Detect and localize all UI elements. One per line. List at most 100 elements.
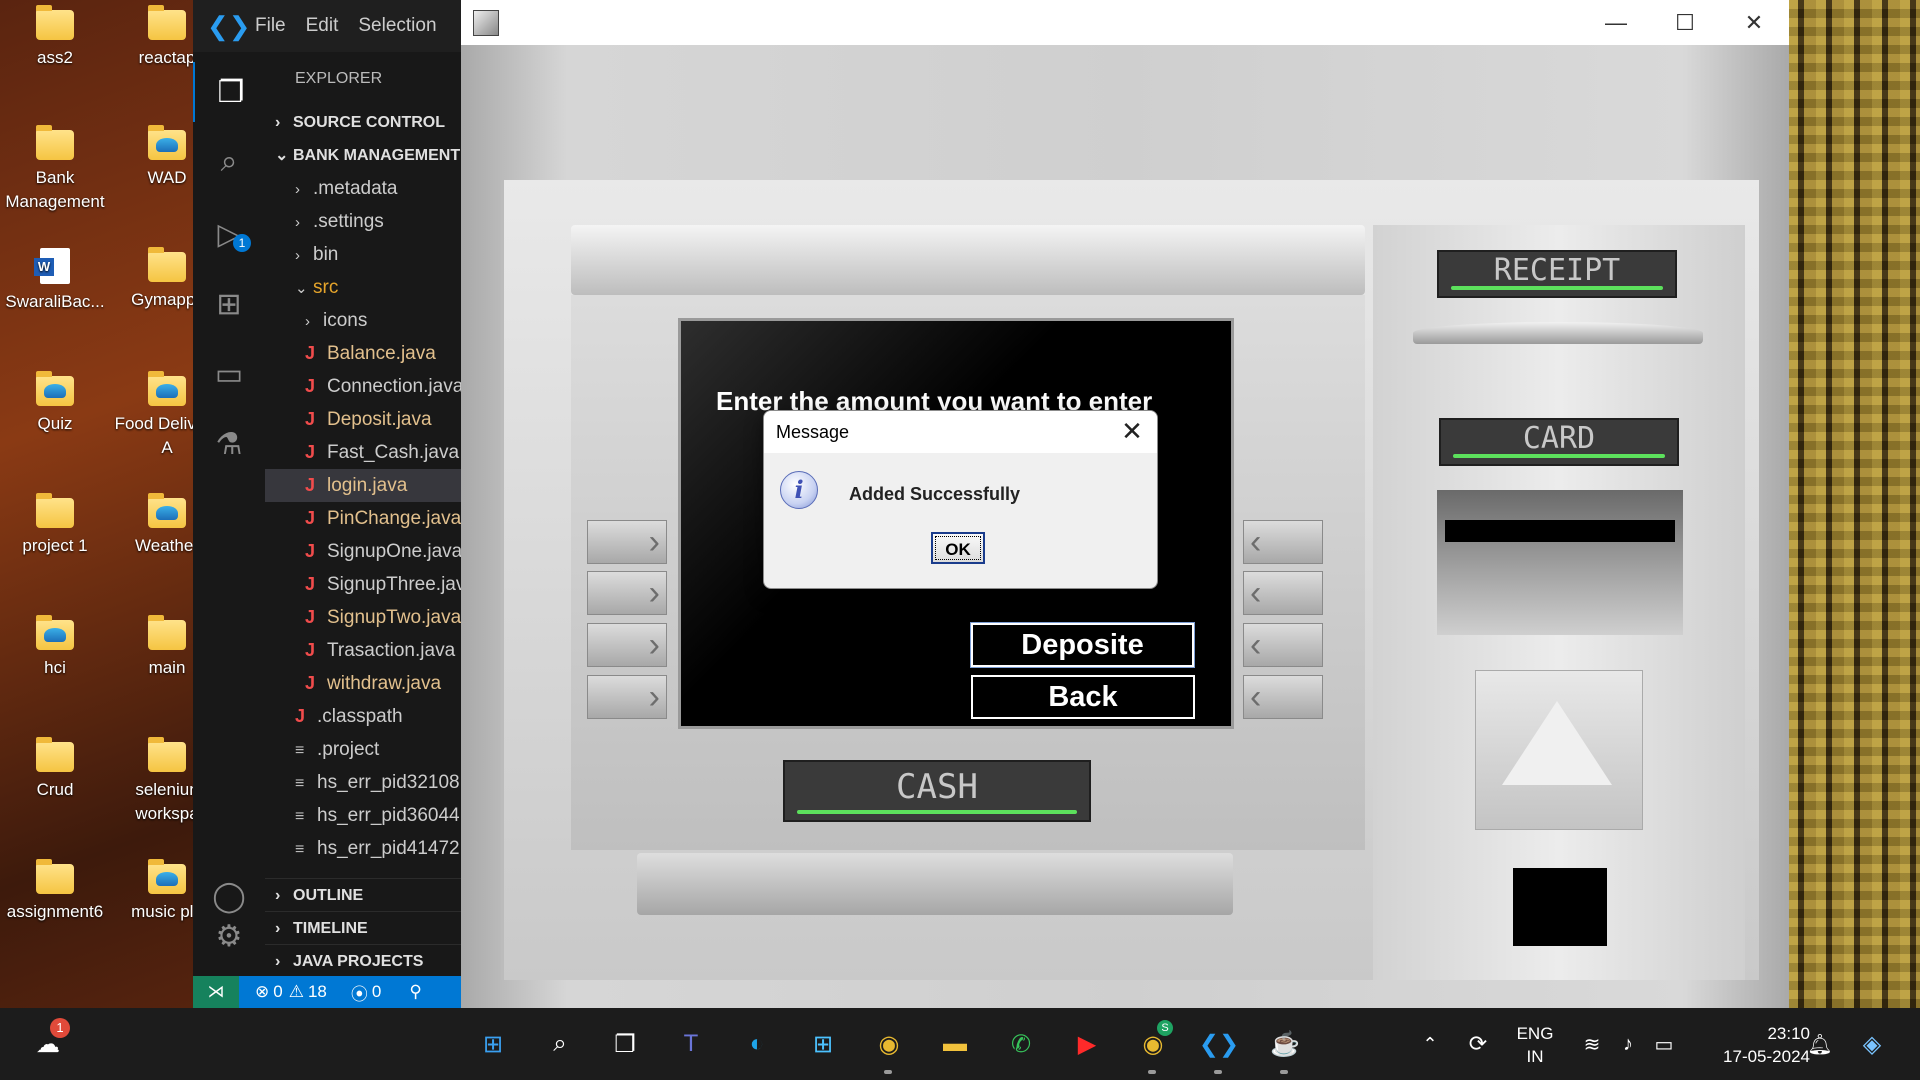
sync-icon[interactable]: ⟳ [1458,1024,1498,1064]
cash-dispenser-slot [637,853,1233,915]
search-icon[interactable]: ⌕ [540,1024,580,1064]
ports-icon[interactable]: ⦿ [351,980,368,1005]
volume-icon[interactable]: ♪ [1608,1024,1648,1064]
explorer-icon[interactable]: ❐ [193,62,267,122]
notification-bell-icon[interactable]: 🔔︎ [1800,1024,1840,1064]
weather-widget-icon[interactable]: ☁ 1 [28,1018,70,1064]
source-control-section[interactable]: › SOURCE CONTROL [265,106,461,139]
tree-item-login-java[interactable]: Jlogin.java [265,469,461,502]
whatsapp-icon[interactable]: ✆ [1001,1024,1041,1064]
back-button[interactable]: Back [971,675,1195,719]
tree-item-icons[interactable]: › icons [265,304,461,337]
teams-icon[interactable]: T [671,1024,711,1064]
desktop-icon-crud[interactable]: Crud [0,736,110,802]
java-file-icon: J [305,475,316,495]
java-projects-section[interactable]: › JAVA PROJECTS [265,944,461,976]
java-file-icon: J [305,508,316,528]
receipt-label: RECEIPT [1437,250,1677,298]
explorer-title: EXPLORER [295,70,383,87]
task-view-icon[interactable]: ❐ [605,1024,645,1064]
run-debug-badge: 1 [233,234,251,252]
desktop-icon-project-1[interactable]: project 1 [0,492,110,558]
wifi-icon[interactable]: ≋ [1572,1024,1612,1064]
project-section[interactable]: ⌄ BANK MANAGEMENT [265,139,461,172]
search-icon[interactable]: ⌕ [193,132,265,192]
tree-item-classpath[interactable]: J .classpath [265,700,461,733]
java-app-taskbar-icon[interactable]: ☕ [1265,1024,1305,1074]
tree-item-pinchange-java[interactable]: J PinChange.java [265,502,461,535]
copilot-icon[interactable]: ◈ [1852,1024,1892,1064]
dialog-close-icon[interactable]: ✕ [1117,411,1147,453]
folder-icon [36,737,74,772]
chrome-icon[interactable]: ◉ [869,1024,909,1074]
tree-item-withdraw-java[interactable]: Jwithdraw.java [265,667,461,700]
ok-button[interactable]: OK [931,532,985,564]
remote-indicator-icon[interactable]: ⋊ [193,976,239,1008]
close-icon[interactable]: ✕ [1719,0,1789,45]
tree-item-project[interactable]: ≡ .project [265,733,461,766]
youtube-icon[interactable]: ▶ [1067,1024,1107,1064]
desktop-icon-swaralibac[interactable]: SwaraliBac... [0,246,110,314]
tree-item-settings[interactable]: › .settings [265,205,461,238]
tree-item-metadata[interactable]: › .metadata [265,172,461,205]
menu-edit[interactable]: Edit [306,15,339,37]
java-file-icon: J [305,640,316,660]
card-label: CARD [1439,418,1679,466]
desktop-icon-hci[interactable]: hci [0,614,110,680]
left-key-1-chevron-right-icon[interactable]: › [587,520,667,564]
minimize-icon[interactable]: — [1581,0,1651,45]
vscode-taskbar-icon[interactable]: ❮❯ [1199,1024,1239,1074]
language-indicator[interactable]: ENG IN [1510,1022,1560,1068]
chrome-profile-icon[interactable]: ◉ S [1133,1020,1173,1074]
word-document-icon [34,248,70,284]
menu-selection[interactable]: Selection [358,15,436,37]
bell-debug-icon[interactable]: ⚲ [409,982,421,1002]
right-key-2-chevron-left-icon[interactable]: ‹ [1243,571,1323,615]
error-icon[interactable]: ⊗ [255,982,269,1002]
right-key-3-chevron-left-icon[interactable]: ‹ [1243,623,1323,667]
tree-item-hs-err-2[interactable]: ≡ hs_err_pid36044. [265,799,461,832]
deposite-button[interactable]: Deposite [971,623,1194,667]
desktop-icon-assignment6[interactable]: assignment6 [0,858,110,924]
wallpaper-right [1788,0,1920,1008]
desktop-icon-ass2[interactable]: ass2 [0,4,110,70]
desktop-icon-quiz[interactable]: Quiz [0,370,110,436]
tree-item-hs-err-3[interactable]: ≡ hs_err_pid41472. [265,832,461,865]
file-explorer-icon[interactable]: ▬ [935,1024,975,1064]
windows-start-icon[interactable]: ⊞ [473,1024,513,1064]
remote-explorer-icon[interactable]: ▭ [193,344,265,404]
dialog-message: Added Successfully [849,484,1021,504]
right-key-4-chevron-left-icon[interactable]: ‹ [1243,675,1323,719]
tree-item-signuptwo-java[interactable]: J SignupTwo.java [265,601,461,634]
timeline-section[interactable]: › TIMELINE [265,911,461,945]
chevron-up-icon[interactable]: ⌃ [1410,1024,1450,1064]
tree-item-balance-java[interactable]: J Balance.java [265,337,461,370]
settings-gear-icon[interactable]: ⚙ [193,906,265,966]
tree-item-bin[interactable]: › bin [265,238,461,271]
battery-icon[interactable]: ▭ [1644,1024,1684,1064]
edge-icon[interactable]: ◐ [737,1024,777,1064]
tree-item-fast-cash-java[interactable]: J Fast_Cash.java [265,436,461,469]
left-key-4-chevron-right-icon[interactable]: › [587,675,667,719]
tree-item-connection-java[interactable]: J Connection.java [265,370,461,403]
tree-item-signupthree-java[interactable]: JSignupThree.java [265,568,461,601]
tree-item-hs-err-1[interactable]: ≡ hs_err_pid32108. [265,766,461,799]
run-debug-icon[interactable]: ▷ 1 [193,204,265,264]
desktop-icon-bank-management[interactable]: Bank Management [0,124,110,214]
testing-icon[interactable]: ⚗ [193,414,265,474]
tree-item-src[interactable]: ⌄ src [265,271,461,304]
microsoft-store-icon[interactable]: ⊞ [803,1024,843,1064]
left-key-3-chevron-right-icon[interactable]: › [587,623,667,667]
maximize-icon[interactable]: ☐ [1650,0,1720,45]
tree-item-deposit-java[interactable]: J Deposit.java [265,403,461,436]
folder-icon [148,615,186,650]
chevron-right-icon: › [295,181,300,198]
tree-item-trasaction-java[interactable]: J Trasaction.java [265,634,461,667]
menu-file[interactable]: File [255,15,286,37]
extensions-icon[interactable]: ⊞ [193,274,265,334]
right-key-1-chevron-left-icon[interactable]: ‹ [1243,520,1323,564]
clock[interactable]: 23:10 17-05-2024 [1694,1022,1810,1068]
outline-section[interactable]: › OUTLINE [265,878,461,912]
left-key-2-chevron-right-icon[interactable]: › [587,571,667,615]
tree-item-signupone-java[interactable]: J SignupOne.java [265,535,461,568]
